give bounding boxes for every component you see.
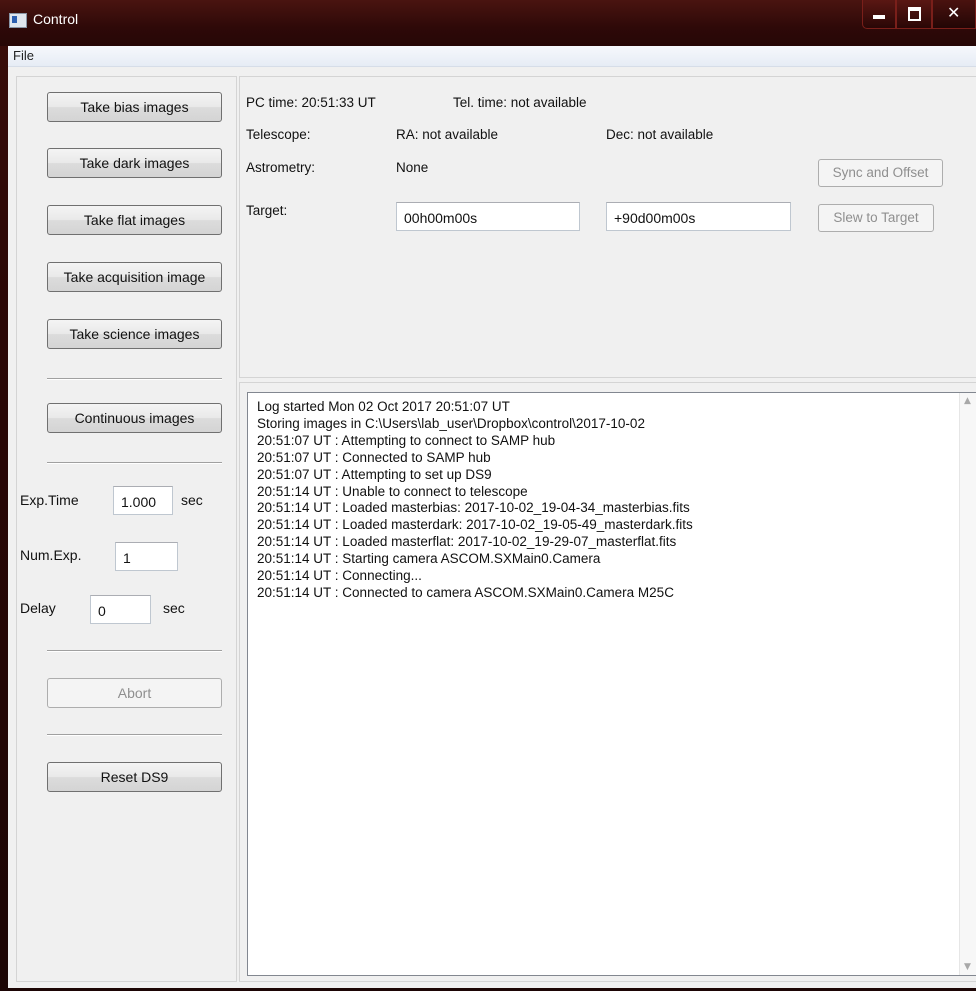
separator — [47, 462, 222, 464]
window-title: Control — [33, 11, 79, 27]
log-line: 20:51:14 UT : Loaded masterdark: 2017-10… — [257, 517, 693, 533]
num-exp-label: Num.Exp. — [20, 547, 82, 563]
client-area: File Take bias images Take dark images T… — [8, 46, 976, 988]
target-dec-input[interactable]: +90d00m00s — [606, 202, 791, 231]
separator — [47, 378, 222, 380]
log-line: 20:51:14 UT : Unable to connect to teles… — [257, 483, 528, 499]
astrometry-label: Astrometry: — [246, 160, 316, 175]
reset-ds9-button[interactable]: Reset DS9 — [47, 762, 222, 792]
log-line: Storing images in C:\Users\lab_user\Drop… — [257, 415, 645, 431]
scroll-up-icon[interactable]: ▲ — [964, 396, 971, 406]
exp-time-unit: sec — [181, 492, 203, 508]
take-dark-images-button[interactable]: Take dark images — [47, 148, 222, 178]
maximize-button[interactable] — [896, 0, 932, 29]
continuous-images-button[interactable]: Continuous images — [47, 403, 222, 433]
astrometry-value: None — [396, 160, 429, 175]
close-icon: ✕ — [947, 3, 961, 22]
minimize-icon — [873, 15, 885, 19]
control-window: Control ✕ File Take bias images Take dar… — [0, 0, 976, 991]
close-button[interactable]: ✕ — [932, 0, 976, 29]
target-label: Target: — [246, 203, 288, 218]
title-bar[interactable]: Control ✕ — [0, 0, 976, 46]
log-textarea[interactable]: Log started Mon 02 Oct 2017 20:51:07 UT S… — [247, 392, 976, 976]
take-flat-images-button[interactable]: Take flat images — [47, 205, 222, 235]
take-acquisition-image-button[interactable]: Take acquisition image — [47, 262, 222, 292]
slew-to-target-button[interactable]: Slew to Target — [818, 204, 934, 232]
exp-time-label: Exp.Time — [20, 492, 79, 508]
menu-file[interactable]: File — [9, 48, 38, 63]
log-line: 20:51:14 UT : Starting camera ASCOM.SXMa… — [257, 551, 601, 567]
abort-button[interactable]: Abort — [47, 678, 222, 708]
dec-text: Dec: not available — [606, 127, 714, 142]
log-lines: Log started Mon 02 Oct 2017 20:51:07 UT S… — [257, 399, 693, 602]
take-science-images-button[interactable]: Take science images — [47, 319, 222, 349]
scroll-down-icon[interactable]: ▼ — [964, 962, 971, 972]
log-line: 20:51:07 UT : Connected to SAMP hub — [257, 449, 491, 465]
log-panel: Log started Mon 02 Oct 2017 20:51:07 UT S… — [239, 382, 976, 982]
log-line: 20:51:14 UT : Loaded masterflat: 2017-10… — [257, 534, 677, 550]
target-ra-input[interactable]: 00h00m00s — [396, 202, 580, 231]
pc-time-text: PC time: 20:51:33 UT — [246, 95, 376, 110]
window-controls: ✕ — [862, 0, 976, 34]
log-line: 20:51:14 UT : Connected to camera ASCOM.… — [257, 584, 674, 600]
log-line: 20:51:07 UT : Attempting to set up DS9 — [257, 466, 492, 482]
delay-unit: sec — [163, 600, 185, 616]
sync-and-offset-button[interactable]: Sync and Offset — [818, 159, 943, 187]
telescope-label: Telescope: — [246, 127, 311, 142]
telescope-info-panel: PC time: 20:51:33 UT Tel. time: not avai… — [239, 76, 976, 378]
log-scrollbar[interactable]: ▲ ▼ — [959, 393, 976, 975]
controls-panel: Take bias images Take dark images Take f… — [16, 76, 237, 982]
log-line: 20:51:14 UT : Connecting... — [257, 568, 422, 584]
separator — [47, 734, 222, 736]
take-bias-images-button[interactable]: Take bias images — [47, 92, 222, 122]
delay-input[interactable]: 0 — [90, 595, 151, 624]
separator — [47, 650, 222, 652]
log-line: 20:51:14 UT : Loaded masterbias: 2017-10… — [257, 500, 690, 516]
log-line: 20:51:07 UT : Attempting to connect to S… — [257, 432, 556, 448]
num-exp-input[interactable]: 1 — [115, 542, 178, 571]
tel-time-text: Tel. time: not available — [453, 95, 587, 110]
delay-label: Delay — [20, 600, 56, 616]
maximize-icon — [908, 7, 921, 21]
minimize-button[interactable] — [862, 0, 896, 29]
ra-text: RA: not available — [396, 127, 499, 142]
log-line: Log started Mon 02 Oct 2017 20:51:07 UT — [257, 399, 510, 414]
menu-bar: File — [8, 46, 976, 67]
exp-time-input[interactable]: 1.000 — [113, 486, 173, 515]
app-icon — [9, 13, 27, 28]
